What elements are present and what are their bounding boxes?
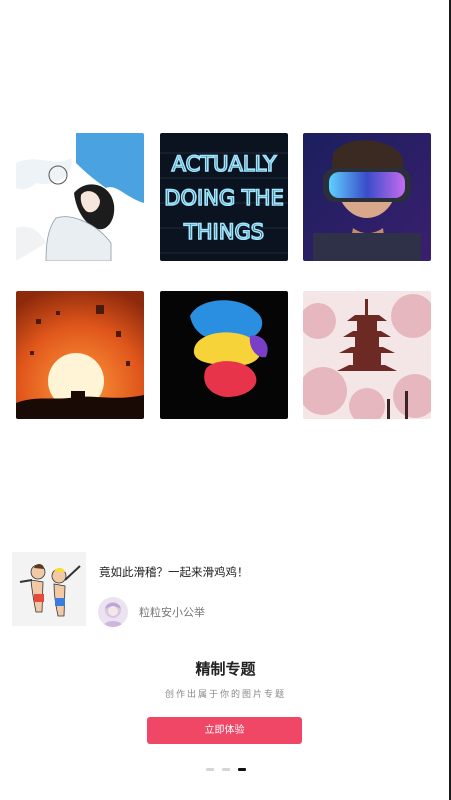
neon-sign-actually-doing-the-things-icon: ACTUALLY DOING THE THINGS <box>160 133 288 261</box>
page-dot-3-active[interactable] <box>237 768 246 771</box>
gallery-image-anime-girl[interactable] <box>16 133 144 261</box>
page-dot-1[interactable] <box>205 768 214 771</box>
gallery-image-smoke[interactable] <box>160 291 288 419</box>
gallery-image-neon-sign[interactable]: ACTUALLY DOING THE THINGS <box>160 133 288 261</box>
try-now-button[interactable]: 立即体验 <box>147 717 302 744</box>
page-indicator <box>0 768 451 771</box>
cartoon-dab-characters-icon <box>12 552 86 626</box>
gallery-image-sunset[interactable] <box>16 291 144 419</box>
page-dot-2[interactable] <box>221 768 230 771</box>
neon-line-3: THINGS <box>183 220 264 244</box>
pagoda-cherry-blossoms-icon <box>303 291 431 419</box>
neon-line-2: DOING THE <box>164 186 283 210</box>
promo-subheading: 创作出属于你的图片专题 <box>164 690 286 700</box>
colorful-smoke-ink-cloud-icon <box>160 291 288 419</box>
neon-line-1: ACTUALLY <box>172 152 277 176</box>
anime-girl-sky-illustration-icon <box>16 133 144 261</box>
feature-card-thumbnail[interactable] <box>12 552 86 626</box>
author-name[interactable]: 粒粒安小公举 <box>139 604 205 620</box>
vr-headset-boy-portrait-icon <box>303 133 431 261</box>
sunset-lanterns-silhouette-icon <box>16 291 144 419</box>
gallery-image-vr-boy[interactable] <box>303 133 431 261</box>
user-avatar-icon <box>98 597 128 627</box>
feature-card-title[interactable]: 竟如此滑稽？一起来滑鸡鸡！ <box>99 564 249 580</box>
author-avatar[interactable] <box>98 597 128 627</box>
promo-heading: 精制专题 <box>195 660 256 678</box>
gallery-image-pagoda[interactable] <box>303 291 431 419</box>
